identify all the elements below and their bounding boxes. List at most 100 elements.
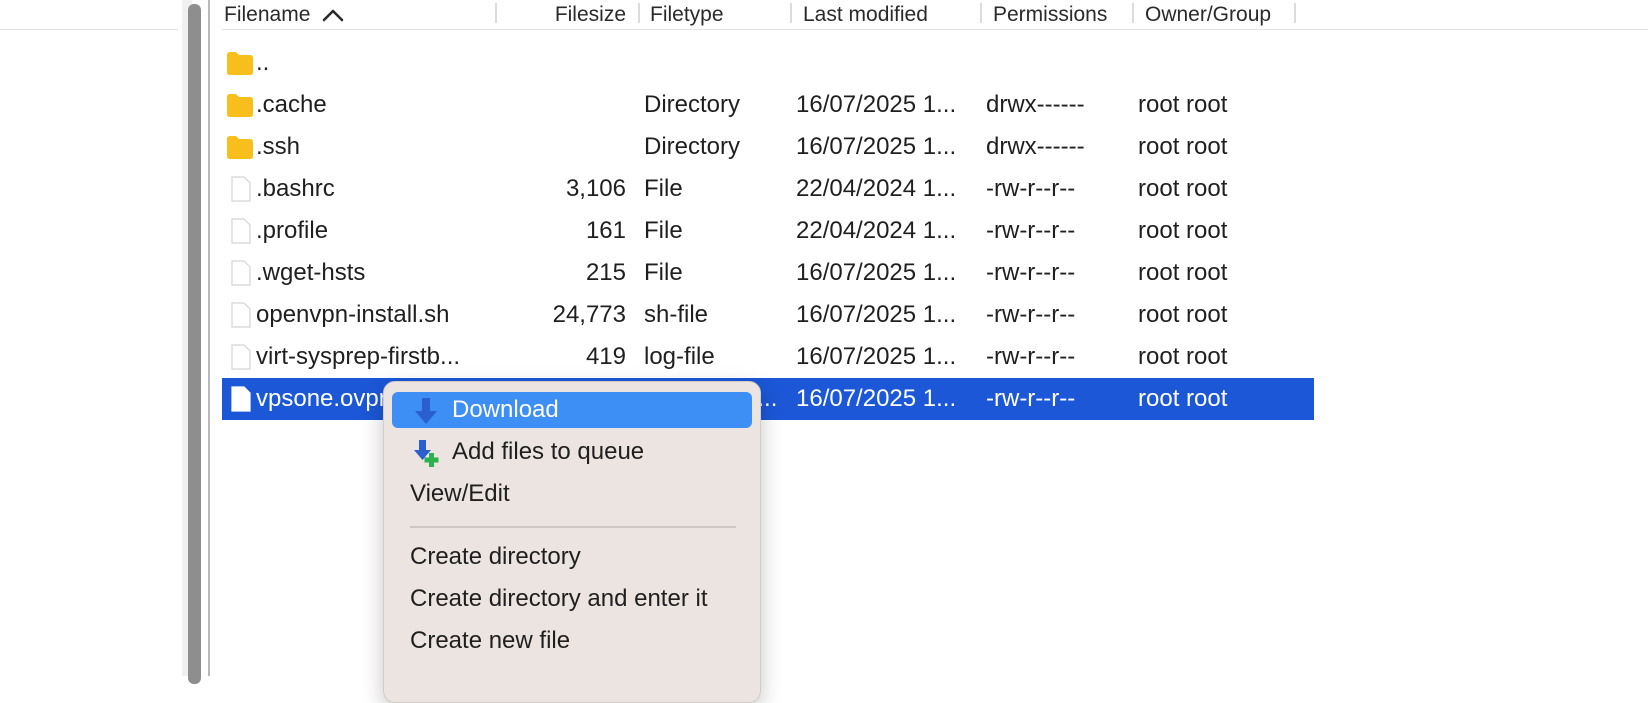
file-name: ..	[256, 49, 270, 76]
file-name: .ssh	[256, 133, 301, 160]
column-separator[interactable]	[790, 3, 792, 23]
file-owner-group: root root	[1138, 175, 1228, 202]
file-row[interactable]: openvpn-install.sh 24,773 sh-file 16/07/202…	[222, 294, 1314, 336]
file-row[interactable]: .profile 161 File 22/04/2024 1... -rw-r--r--…	[222, 210, 1314, 252]
menu-item-download[interactable]: Download	[392, 392, 752, 428]
file-permissions: -rw-r--r--	[986, 217, 1076, 244]
column-filename-label: Filename	[224, 3, 311, 26]
file-row[interactable]: .ssh Directory 16/07/2025 1... drwx------ ro…	[222, 126, 1314, 168]
file-icon	[231, 176, 251, 202]
file-permissions: drwx------	[986, 133, 1085, 160]
file-row[interactable]: .cache Directory 16/07/2025 1... drwx------…	[222, 84, 1314, 126]
menu-item-create-directory-label: Create directory	[410, 543, 581, 570]
file-size	[496, 84, 626, 126]
column-owner-group[interactable]: Owner/Group	[1145, 0, 1271, 29]
menu-item-create-new-file-label: Create new file	[410, 627, 571, 654]
file-permissions: -rw-r--r--	[986, 385, 1076, 412]
file-type	[644, 42, 789, 84]
menu-item-view-edit-label: View/Edit	[410, 480, 510, 507]
column-separator[interactable]	[980, 3, 982, 23]
column-filetype[interactable]: Filetype	[650, 0, 724, 29]
file-last-modified: 22/04/2024 1...	[796, 217, 957, 244]
file-row[interactable]: virt-sysprep-firstb... 419 log-file 16/07/2…	[222, 336, 1314, 378]
file-permissions: -rw-r--r--	[986, 259, 1076, 286]
local-pane	[0, 0, 178, 676]
file-last-modified	[796, 42, 976, 84]
column-separator[interactable]	[1132, 3, 1134, 23]
menu-item-create-directory[interactable]: Create directory	[392, 539, 752, 575]
file-last-modified: 16/07/2025 1...	[796, 91, 957, 118]
file-type: File	[644, 217, 683, 244]
file-permissions: -rw-r--r--	[986, 343, 1076, 370]
file-icon	[231, 344, 251, 370]
file-last-modified: 16/07/2025 1...	[796, 301, 957, 328]
column-last-modified[interactable]: Last modified	[803, 0, 928, 29]
file-permissions: -rw-r--r--	[986, 301, 1076, 328]
file-icon	[231, 386, 251, 412]
file-name: openvpn-install.sh	[256, 301, 450, 328]
pane-splitter[interactable]	[178, 0, 214, 684]
sort-ascending-icon	[323, 9, 344, 22]
file-type: File	[644, 259, 683, 286]
column-filesize[interactable]: Filesize	[522, 0, 626, 29]
file-name: .wget-hsts	[256, 259, 366, 286]
file-size: 3,106	[565, 175, 626, 202]
menu-item-view-edit[interactable]: View/Edit	[392, 476, 752, 512]
menu-item-add-to-queue-label: Add files to queue	[452, 438, 645, 465]
file-last-modified: 22/04/2024 1...	[796, 175, 957, 202]
file-permissions: drwx------	[986, 91, 1085, 118]
add-to-queue-icon	[414, 440, 439, 467]
file-owner-group: root root	[1138, 133, 1228, 160]
file-type: Directory	[644, 91, 741, 118]
column-header: Filename Filesize Filetype Last modified…	[222, 0, 1648, 30]
file-name: .bashrc	[256, 175, 335, 202]
file-owner-group	[1138, 42, 1308, 84]
menu-item-create-directory-enter-label: Create directory and enter it	[410, 585, 708, 612]
file-icon	[231, 218, 251, 244]
file-size	[496, 42, 626, 84]
file-row[interactable]: .bashrc 3,106 File 22/04/2024 1... -rw-r--r-…	[222, 168, 1314, 210]
file-size: 215	[585, 259, 626, 286]
file-permissions: -rw-r--r--	[986, 175, 1076, 202]
file-type: log-file	[644, 343, 715, 370]
menu-item-create-directory-enter[interactable]: Create directory and enter it	[392, 581, 752, 617]
pane-divider	[208, 0, 210, 676]
column-separator[interactable]	[1294, 3, 1296, 23]
local-header-divider	[0, 29, 178, 30]
file-size	[496, 126, 626, 168]
file-last-modified: 16/07/2025 1...	[796, 385, 957, 412]
file-owner-group: root root	[1138, 217, 1228, 244]
file-type: sh-file	[644, 301, 709, 328]
folder-icon	[227, 136, 253, 159]
file-permissions	[986, 42, 1126, 84]
file-last-modified: 16/07/2025 1...	[796, 259, 957, 286]
file-owner-group: root root	[1138, 301, 1228, 328]
file-size: 161	[585, 217, 626, 244]
folder-icon	[227, 94, 253, 117]
column-filename[interactable]: Filename	[224, 0, 344, 29]
file-owner-group: root root	[1138, 385, 1228, 412]
file-type: Directory	[644, 133, 741, 160]
menu-separator	[410, 526, 736, 528]
context-menu: Download Add files to queue View/Edit Cr…	[383, 381, 761, 703]
column-separator[interactable]	[638, 3, 640, 23]
menu-item-add-to-queue[interactable]: Add files to queue	[392, 434, 752, 470]
download-arrow-icon	[415, 398, 437, 424]
file-icon	[231, 302, 251, 328]
file-owner-group: root root	[1138, 343, 1228, 370]
parent-directory-row[interactable]: ..	[222, 42, 1314, 84]
file-owner-group: root root	[1138, 259, 1228, 286]
file-name: virt-sysprep-firstb...	[256, 343, 461, 370]
menu-item-download-label: Download	[452, 396, 559, 423]
file-row[interactable]: .wget-hsts 215 File 16/07/2025 1... -rw-r--r…	[222, 252, 1314, 294]
column-separator[interactable]	[495, 3, 497, 23]
file-size: 419	[585, 343, 626, 370]
folder-icon	[227, 52, 253, 75]
file-name: .profile	[256, 217, 329, 244]
column-permissions[interactable]: Permissions	[993, 0, 1107, 29]
scrollbar-thumb[interactable]	[188, 4, 201, 684]
file-icon	[231, 260, 251, 286]
menu-item-create-new-file[interactable]: Create new file	[392, 623, 752, 659]
file-owner-group: root root	[1138, 91, 1228, 118]
file-type: File	[644, 175, 683, 202]
